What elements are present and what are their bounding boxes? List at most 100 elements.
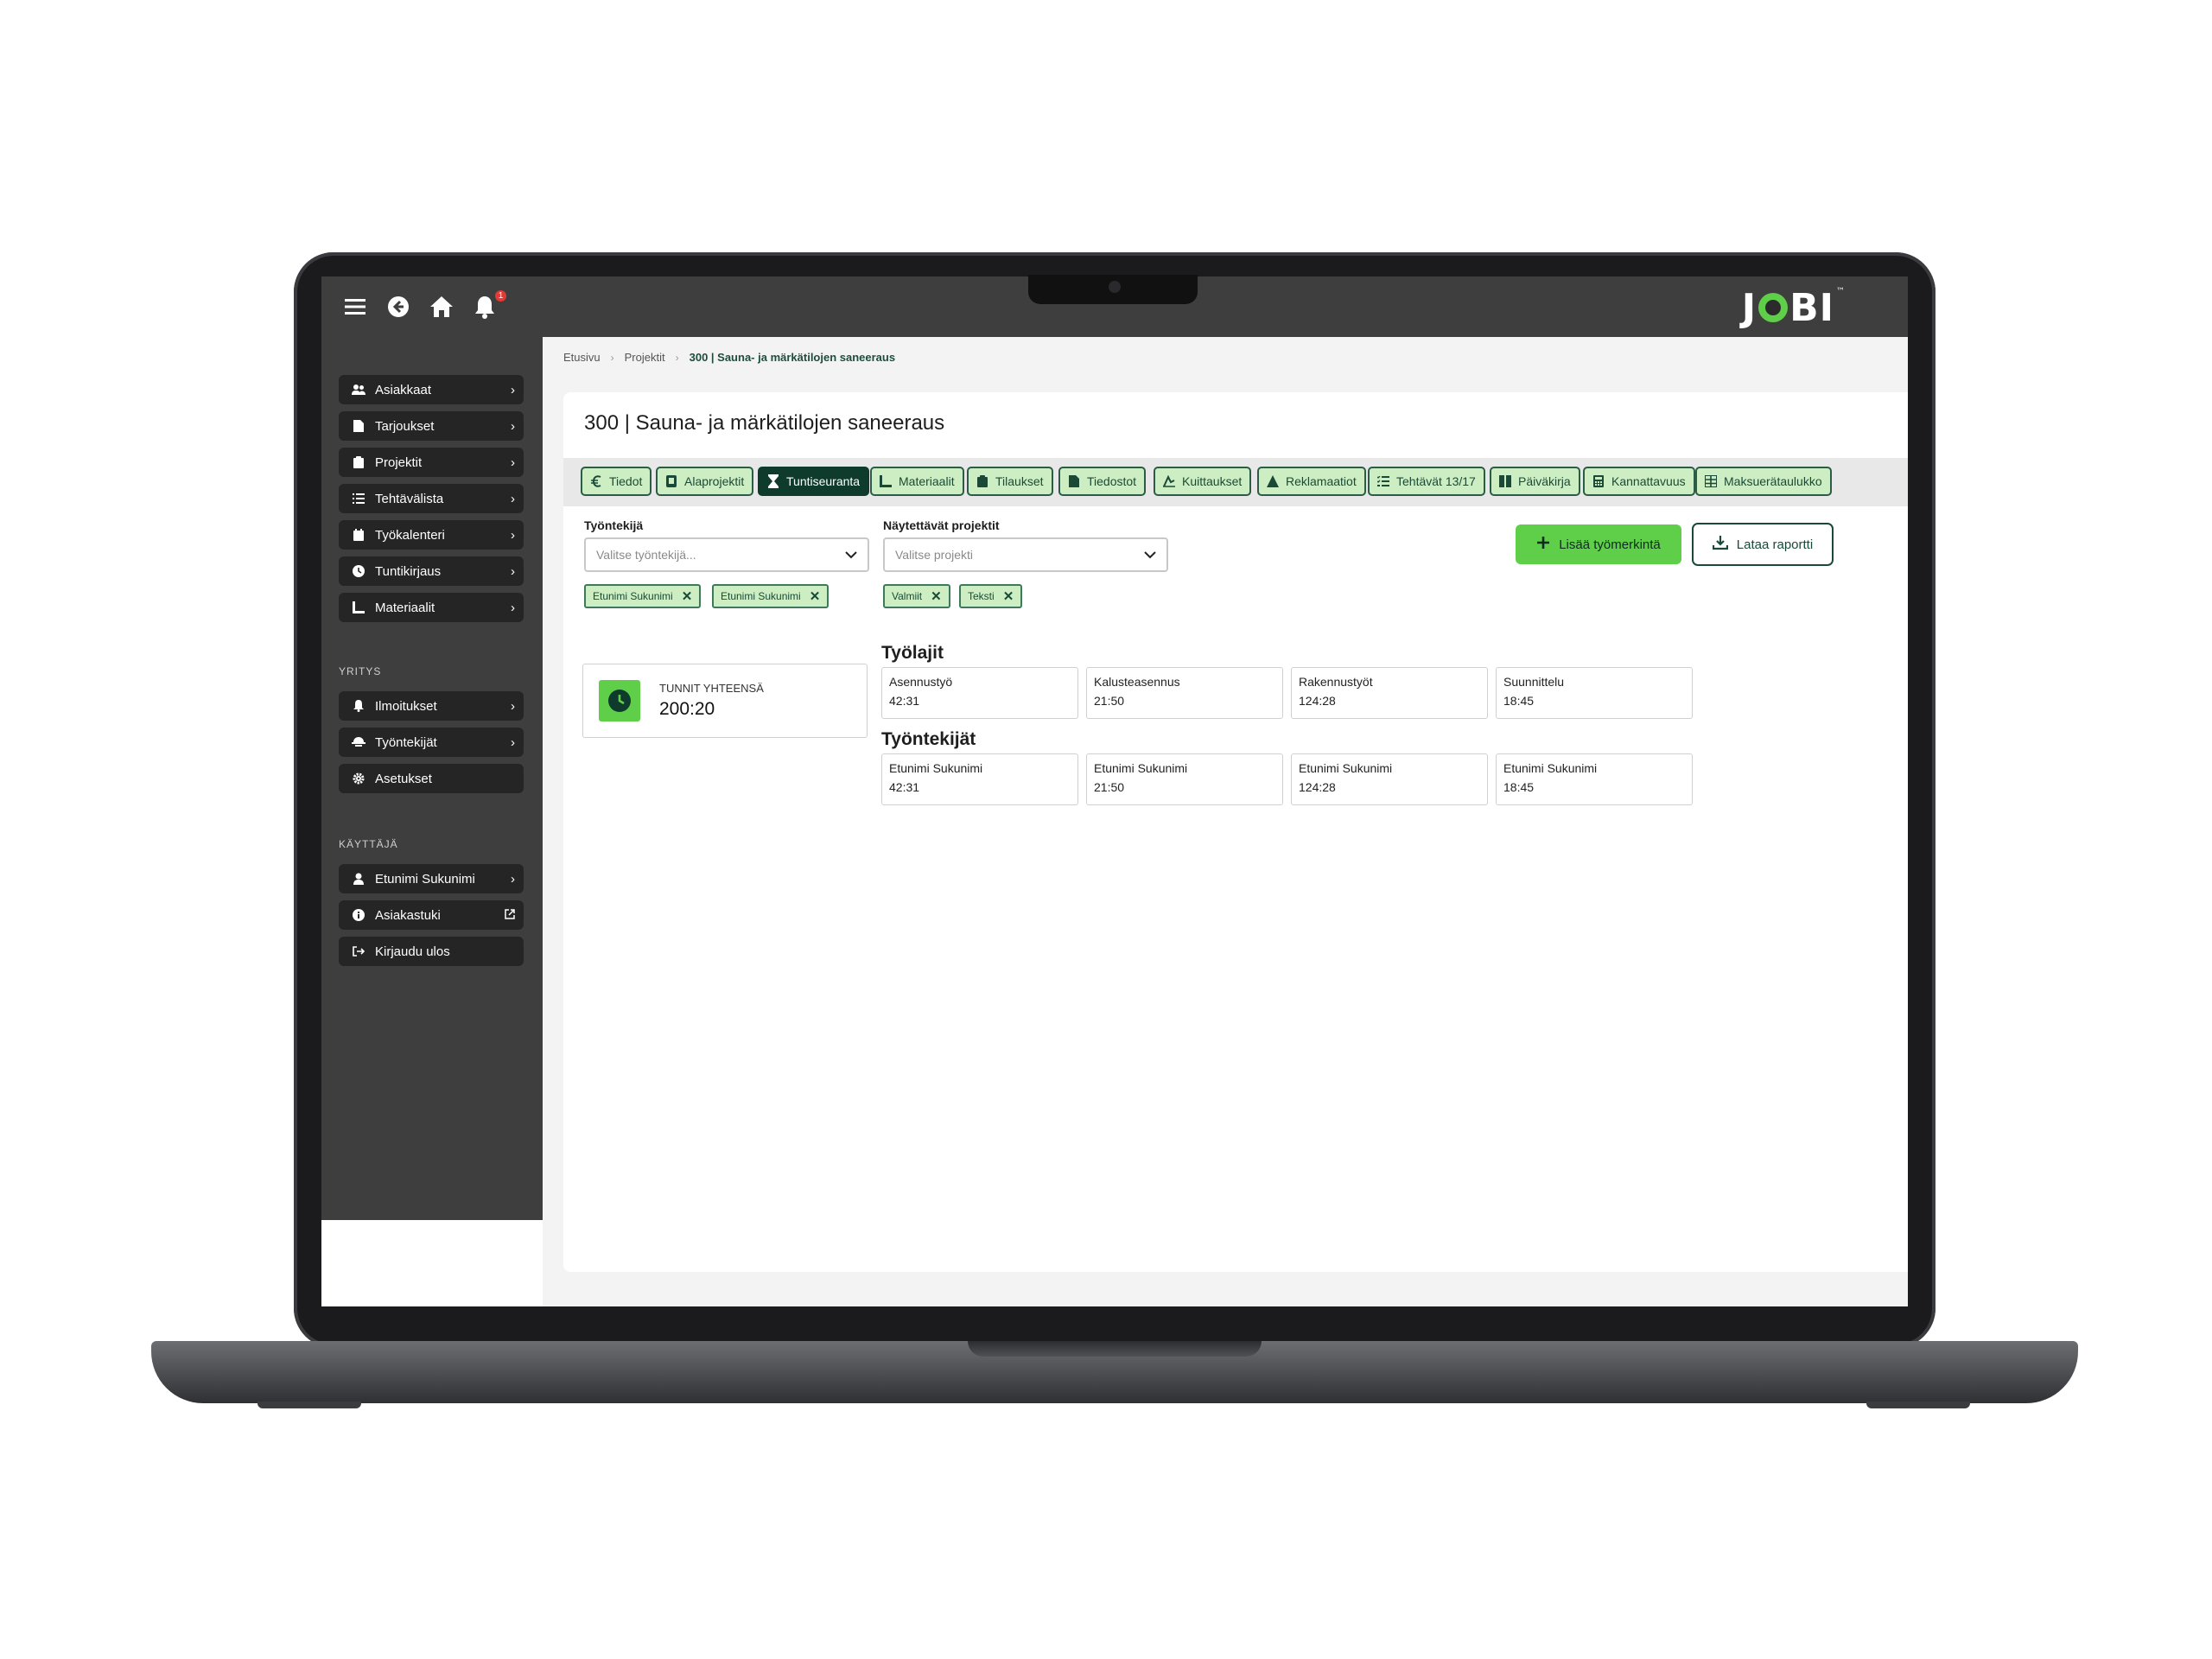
employee-filter-label: Työntekijä xyxy=(584,518,644,532)
close-icon[interactable]: ✕ xyxy=(1003,588,1014,604)
tab-kuittaukset[interactable]: Kuittaukset xyxy=(1154,467,1252,496)
tab-kannattavuus[interactable]: Kannattavuus xyxy=(1583,467,1695,496)
hourglass-icon xyxy=(767,474,779,488)
sidebar-item-asetukset[interactable]: Asetukset xyxy=(339,764,524,793)
sidebar-item-tehtavalista[interactable]: Tehtävälista › xyxy=(339,484,524,513)
projects-chip[interactable]: Valmiit ✕ xyxy=(883,584,950,608)
calendar-icon xyxy=(351,527,366,543)
close-icon[interactable]: ✕ xyxy=(810,588,821,604)
main-content: Etusivu › Projektit › 300 | Sauna- ja mä… xyxy=(543,337,1908,1306)
breadcrumb-separator-icon: › xyxy=(610,351,614,364)
download-icon xyxy=(1712,535,1728,554)
breadcrumb-separator-icon: › xyxy=(675,351,679,364)
breadcrumb-projects[interactable]: Projektit xyxy=(625,351,665,364)
employee-card: Etunimi Sukunimi 124:28 xyxy=(1291,753,1488,805)
sidebar-footer-area xyxy=(321,1220,543,1306)
tab-paivakirja[interactable]: Päiväkirja xyxy=(1490,467,1580,496)
projects-chip[interactable]: Teksti ✕ xyxy=(959,584,1023,608)
laptop-foot-left xyxy=(257,1402,361,1408)
chevron-down-icon xyxy=(845,548,857,562)
bell-icon xyxy=(351,698,366,714)
chevron-down-icon xyxy=(1144,548,1156,562)
sidebar-item-asiakastuki[interactable]: Asiakastuki xyxy=(339,900,524,930)
sidebar-item-tyontekijat[interactable]: Työntekijät › xyxy=(339,728,524,757)
add-entry-button[interactable]: Lisää työmerkintä xyxy=(1516,524,1681,564)
screen: J BI ™ Asiakkaat › Tarjoukset › Projektit › T… xyxy=(321,276,1908,1306)
chevron-right-icon: › xyxy=(511,527,515,543)
sidebar-item-user-profile[interactable]: Etunimi Sukunimi › xyxy=(339,864,524,893)
tab-materiaalit[interactable]: Materiaalit xyxy=(870,467,964,496)
laptop-lip xyxy=(968,1341,1262,1357)
back-arrow-icon[interactable] xyxy=(380,289,416,325)
employee-chip[interactable]: Etunimi Sukunimi ✕ xyxy=(712,584,830,608)
employee-card: Etunimi Sukunimi 18:45 xyxy=(1496,753,1693,805)
breadcrumb-home[interactable]: Etusivu xyxy=(563,351,601,364)
chevron-right-icon: › xyxy=(511,491,515,506)
employee-card: Etunimi Sukunimi 42:31 xyxy=(881,753,1078,805)
ruler-icon xyxy=(880,474,892,488)
sidebar: Asiakkaat › Tarjoukset › Projektit › Tehtäv… xyxy=(321,337,543,1220)
tab-tehtavat[interactable]: Tehtävät 13/17 xyxy=(1368,467,1485,496)
clock-icon xyxy=(599,680,640,721)
chevron-right-icon: › xyxy=(511,600,515,615)
sidebar-item-materiaalit[interactable]: Materiaalit › xyxy=(339,593,524,622)
document-icon xyxy=(351,418,366,434)
sidebar-section-user: KÄYTTÄJÄ xyxy=(339,838,398,850)
breadcrumb: Etusivu › Projektit › 300 | Sauna- ja mä… xyxy=(563,351,895,364)
employee-select[interactable]: Valitse työntekijä... xyxy=(584,537,869,572)
chevron-right-icon: › xyxy=(511,382,515,397)
laptop-foot-right xyxy=(1866,1402,1970,1408)
download-report-button[interactable]: Lataa raportti xyxy=(1692,523,1834,566)
page-title: 300 | Sauna- ja märkätilojen saneeraus xyxy=(584,411,945,435)
sidebar-item-logout[interactable]: Kirjaudu ulos xyxy=(339,937,524,966)
clipboard-icon xyxy=(351,454,366,470)
work-types-title: Työlajit xyxy=(881,643,944,663)
sidebar-item-tarjoukset[interactable]: Tarjoukset › xyxy=(339,411,524,441)
notification-badge: 1 xyxy=(495,290,506,302)
employees-title: Työntekijät xyxy=(881,729,976,749)
chevron-right-icon: › xyxy=(511,563,515,579)
tab-reklamaatiot[interactable]: Reklamaatiot xyxy=(1257,467,1366,496)
sidebar-item-asiakkaat[interactable]: Asiakkaat › xyxy=(339,375,524,404)
sidebar-item-tuntikirjaus[interactable]: Tuntikirjaus › xyxy=(339,556,524,586)
tab-tiedot[interactable]: Tiedot xyxy=(581,467,652,496)
ruler-icon xyxy=(351,600,366,615)
sidebar-item-ilmoitukset[interactable]: Ilmoitukset › xyxy=(339,691,524,721)
work-type-card: Rakennustyöt 124:28 xyxy=(1291,667,1488,719)
sidebar-item-projektit[interactable]: Projektit › xyxy=(339,448,524,477)
camera xyxy=(1109,281,1121,293)
info-icon xyxy=(351,907,366,923)
tab-bar: Tiedot Alaprojektit Tuntiseuranta Materi… xyxy=(563,458,1908,506)
tab-alaprojektit[interactable]: Alaprojektit xyxy=(656,467,754,496)
folder-icon xyxy=(665,474,677,488)
chevron-right-icon: › xyxy=(511,734,515,750)
sidebar-item-tyokalenteri[interactable]: Työkalenteri › xyxy=(339,520,524,550)
close-icon[interactable]: ✕ xyxy=(931,588,942,604)
book-icon xyxy=(1499,474,1511,488)
hamburger-icon[interactable] xyxy=(337,289,373,325)
jobi-logo: J BI ™ xyxy=(1741,285,1846,330)
work-type-card: Kalusteasennus 21:50 xyxy=(1086,667,1283,719)
logout-icon xyxy=(351,944,366,959)
close-icon[interactable]: ✕ xyxy=(682,588,693,604)
tab-maksueratauluko[interactable]: Maksuerätaulukko xyxy=(1695,467,1832,496)
total-hours-label: TUNNIT YHTEENSÄ xyxy=(659,682,764,695)
table-icon xyxy=(1705,474,1717,488)
external-link-icon xyxy=(505,908,515,923)
home-icon[interactable] xyxy=(423,289,460,325)
work-type-card: Suunnittelu 18:45 xyxy=(1496,667,1693,719)
tab-tiedostot[interactable]: Tiedostot xyxy=(1058,467,1147,496)
work-type-card: Asennustyö 42:31 xyxy=(881,667,1078,719)
clock-icon xyxy=(351,563,366,579)
tab-tuntiseuranta[interactable]: Tuntiseuranta xyxy=(758,467,870,496)
list-icon xyxy=(351,491,366,506)
warning-icon xyxy=(1267,474,1279,488)
chevron-right-icon: › xyxy=(511,454,515,470)
chevron-right-icon: › xyxy=(511,418,515,434)
chevron-right-icon: › xyxy=(511,871,515,887)
projects-select[interactable]: Valitse projekti xyxy=(883,537,1168,572)
employee-chip[interactable]: Etunimi Sukunimi ✕ xyxy=(584,584,702,608)
tab-tilaukset[interactable]: Tilaukset xyxy=(967,467,1053,496)
signature-icon xyxy=(1163,474,1175,488)
calculator-icon xyxy=(1592,474,1605,488)
